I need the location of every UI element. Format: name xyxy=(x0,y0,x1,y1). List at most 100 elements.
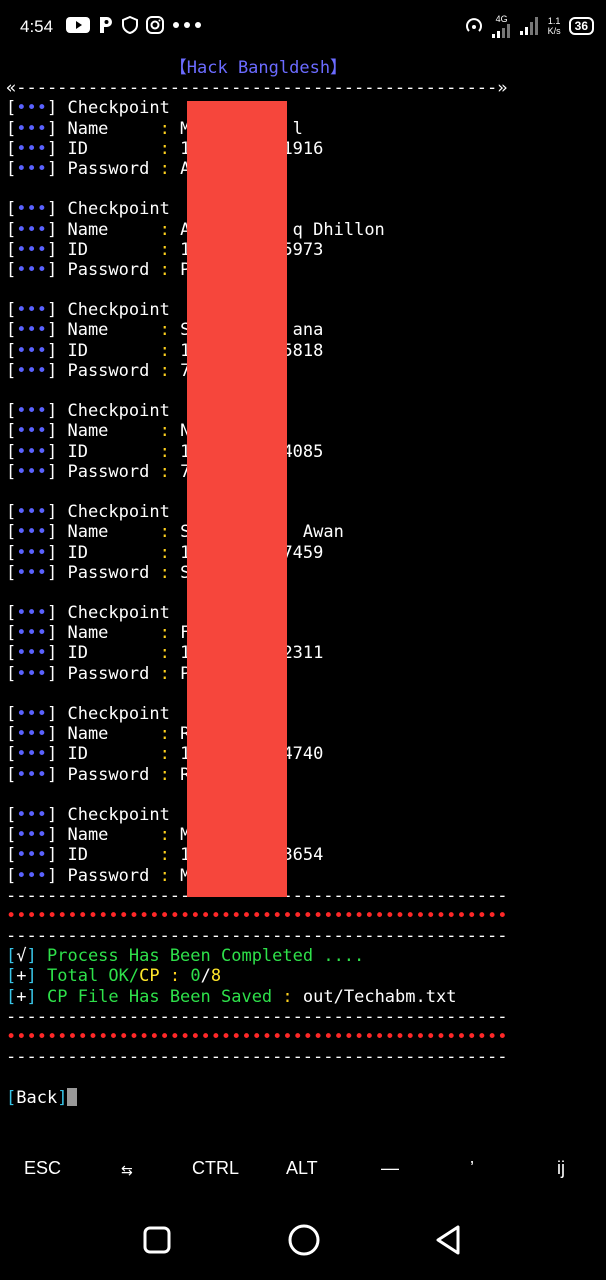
banner-title-line: 【Hack Bangldesh】 xyxy=(6,58,606,78)
text-cursor xyxy=(67,1087,78,1106)
name-label: Name xyxy=(67,118,160,139)
total-cp: CP xyxy=(139,966,160,987)
top-divider: «---------------------------------------… xyxy=(6,78,508,99)
dash-key[interactable]: — xyxy=(381,1158,399,1179)
entry-name-line: [•••] Name : S Awan xyxy=(6,522,344,543)
system-icons: 4G 1.1 K/s 36 xyxy=(464,14,594,38)
id-label: ID xyxy=(67,340,160,361)
entry-id-line: [•••] ID : 1 3654 xyxy=(6,845,324,866)
checkpoint-entry: [•••] Checkpoint [•••] Name : F [•••] ID :… xyxy=(6,603,606,704)
alt-key[interactable]: ALT xyxy=(286,1158,318,1179)
id-label: ID xyxy=(67,542,160,563)
entry-name-line: [•••] Name : S ana xyxy=(6,320,324,341)
entry-name-line: [•••] Name : N xyxy=(6,421,191,442)
instagram-icon xyxy=(146,16,164,34)
entry-password-line: [•••] Password : S xyxy=(6,562,191,583)
youtube-icon xyxy=(66,17,90,33)
terminal-output: 【Hack Bangldesh】 «----------------------… xyxy=(6,58,606,1108)
checkpoint-entry: [•••] Checkpoint [•••] Name : R [•••] ID :… xyxy=(6,704,606,805)
checkpoint-label: Checkpoint xyxy=(67,401,170,422)
checkpoint-label: Checkpoint xyxy=(67,603,170,624)
entry-name-line: [•••] Name : F xyxy=(6,623,191,644)
checkpoint-entry: [•••] Checkpoint [•••] Name : S Awan [•••]… xyxy=(6,502,606,603)
password-label: Password xyxy=(67,360,160,381)
entry-id-line: [•••] ID : 1 1916 xyxy=(6,138,324,159)
entry-id-line: [•••] ID : 1 4085 xyxy=(6,441,324,462)
checkpoint-label: Checkpoint xyxy=(67,804,170,825)
apostrophe-key[interactable]: ’ xyxy=(470,1158,474,1179)
id-label: ID xyxy=(67,441,160,462)
entry-name-line: [•••] Name : M xyxy=(6,825,191,846)
status-time: 4:54 xyxy=(20,17,54,36)
entry-name-line: [•••] Name : A q Dhillon xyxy=(6,219,385,240)
password-label: Password xyxy=(67,259,160,280)
checkpoint-list: [•••] Checkpoint [•••] Name : M l [•••] ID… xyxy=(6,98,606,885)
entry-name-line: [•••] Name : M l xyxy=(6,118,303,139)
battery-level: 36 xyxy=(568,17,594,35)
checkpoint-header: [•••] Checkpoint xyxy=(6,199,170,220)
back-prompt[interactable]: [Back] xyxy=(6,1087,606,1108)
ij-key[interactable]: ij xyxy=(557,1158,565,1179)
password-label: Password xyxy=(67,461,160,482)
status-bar: 4:54 4G 1.1 K/s 36 xyxy=(0,0,606,56)
navigation-bar xyxy=(0,1200,606,1280)
entry-password-line: [•••] Password : 7 xyxy=(6,461,191,482)
ctrl-key[interactable]: CTRL xyxy=(192,1158,239,1179)
entry-password-line: [•••] Password : 7 xyxy=(6,360,191,381)
network-type: 4G xyxy=(495,14,508,24)
back-label: Back xyxy=(16,1087,58,1108)
password-label: Password xyxy=(67,158,160,179)
entry-password-line: [•••] Password : M xyxy=(6,865,191,886)
id-label: ID xyxy=(67,138,160,159)
recents-icon[interactable] xyxy=(140,1220,174,1260)
checkpoint-header: [•••] Checkpoint xyxy=(6,502,170,523)
checkpoint-entry: [•••] Checkpoint [•••] Name : M [•••] ID :… xyxy=(6,805,606,886)
signal-icon xyxy=(491,24,510,38)
extra-keys-bar: ESC ⇆ CTRL ALT — ’ ij xyxy=(0,1148,606,1192)
home-icon[interactable] xyxy=(284,1220,324,1260)
divider-dash-2: ----------------------------------------… xyxy=(6,926,508,947)
checkpoint-header: [•••] Checkpoint xyxy=(6,300,170,321)
saved-label: CP File Has Been Saved xyxy=(47,986,273,1007)
saved-path: out/Techabm.txt xyxy=(302,986,457,1007)
entry-password-line: [•••] Password : R xyxy=(6,764,191,785)
checkpoint-header: [•••] Checkpoint xyxy=(6,704,170,724)
total-line: [+] Total OK/CP : 0/8 xyxy=(6,966,222,987)
id-label: ID xyxy=(67,845,160,866)
entry-id-line: [•••] ID : 1 5818 xyxy=(6,340,324,361)
shield-icon xyxy=(122,16,138,34)
esc-key[interactable]: ESC xyxy=(24,1158,61,1179)
id-label: ID xyxy=(67,643,160,664)
name-label: Name xyxy=(67,724,160,745)
password-label: Password xyxy=(67,562,160,583)
plus-mark-2: + xyxy=(16,986,27,1007)
back-icon[interactable] xyxy=(432,1220,466,1260)
total-slash: / xyxy=(200,966,211,987)
checkpoint-label: Checkpoint xyxy=(67,704,170,724)
process-complete-line: [√] Process Has Been Completed .... xyxy=(6,946,365,967)
name-label: Name xyxy=(67,320,160,341)
entry-password-line: [•••] Password : P xyxy=(6,259,191,280)
checkpoint-header: [•••] Checkpoint xyxy=(6,804,170,825)
id-label: ID xyxy=(67,744,160,765)
name-label: Name xyxy=(67,623,160,644)
divider-dots-1: ••••••••••••••••••••••••••••••••••••••••… xyxy=(6,905,508,926)
more-notifications-icon xyxy=(173,22,201,28)
network-speed: 1.1 K/s xyxy=(547,16,561,36)
redaction-block xyxy=(187,101,287,897)
name-label: Name xyxy=(67,825,160,846)
tab-key[interactable]: ⇆ xyxy=(121,1162,133,1179)
checkpoint-entry: [•••] Checkpoint [•••] Name : S ana [•••] … xyxy=(6,300,606,401)
signal-icon-2 xyxy=(519,17,538,35)
checkpoint-entry: [•••] Checkpoint [•••] Name : N [•••] ID :… xyxy=(6,401,606,502)
total-cp-value: 8 xyxy=(210,966,222,987)
entry-id-line: [•••] ID : 1 4740 xyxy=(6,744,324,765)
name-label: Name xyxy=(67,219,160,240)
entry-id-line: [•••] ID : 1 5973 xyxy=(6,239,324,260)
checkpoint-entry: [•••] Checkpoint [•••] Name : A q Dhillon… xyxy=(6,199,606,300)
divider-dots-2: ••••••••••••••••••••••••••••••••••••••••… xyxy=(6,1027,508,1047)
checkpoint-label: Checkpoint xyxy=(67,300,170,321)
entry-password-line: [•••] Password : P xyxy=(6,663,191,684)
saved-line: [+] CP File Has Been Saved : out/Techabm… xyxy=(6,986,457,1007)
divider-dash-3: ----------------------------------------… xyxy=(6,1006,508,1027)
